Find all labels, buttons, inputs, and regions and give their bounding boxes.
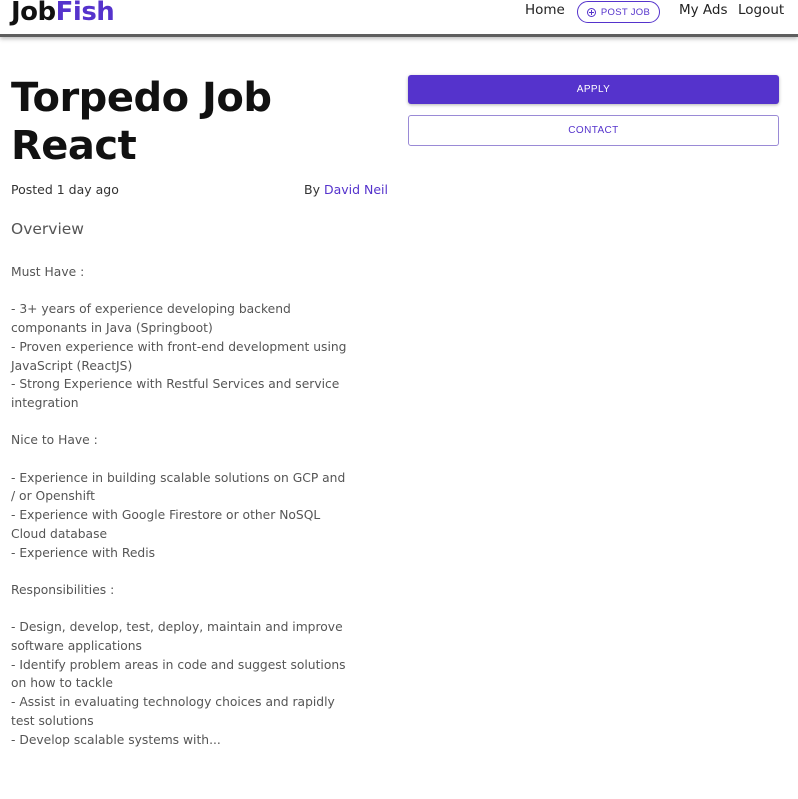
- apply-label: APPLY: [576, 84, 611, 95]
- contact-label: CONTACT: [568, 125, 619, 136]
- description-line: - Assist in evaluating technology choice…: [11, 695, 335, 728]
- description-line: - 3+ years of experience developing back…: [11, 302, 291, 336]
- author-link[interactable]: David Neil: [324, 182, 388, 197]
- top-navbar: JobFish Home POST JOB My Ads Logout: [0, 0, 798, 37]
- post-job-button[interactable]: POST JOB: [577, 1, 660, 23]
- description-line: - Design, develop, test, deploy, maintai…: [11, 620, 343, 653]
- author-byline: By David Neil: [304, 182, 388, 197]
- logo-text-job: Job: [11, 0, 56, 27]
- description-line: Nice to Have :: [11, 433, 98, 448]
- description-line: Responsibilities :: [11, 582, 115, 597]
- description-line: - Identify problem areas in code and sug…: [11, 657, 346, 691]
- nav-home-link[interactable]: Home: [525, 2, 565, 18]
- job-title: Torpedo Job React: [11, 75, 272, 169]
- description-line: - Proven experience with front-end devel…: [11, 339, 347, 373]
- plus-circle-icon: [586, 7, 596, 17]
- logo-text-fish: Fish: [55, 0, 115, 27]
- posted-date: Posted 1 day ago: [11, 182, 119, 197]
- description-line: - Experience with Redis: [11, 545, 156, 560]
- job-description: Must Have : - 3+ years of experience deve…: [11, 263, 347, 749]
- jobfish-logo[interactable]: JobFish: [11, 0, 115, 27]
- nav-logout-link[interactable]: Logout: [738, 2, 784, 18]
- description-line: - Experience with Google Firestore or ot…: [11, 508, 321, 541]
- description-line: Must Have :: [11, 265, 85, 279]
- overview-heading: Overview: [11, 220, 84, 238]
- by-prefix: By: [304, 182, 324, 197]
- post-job-label: POST JOB: [600, 6, 651, 18]
- contact-button[interactable]: CONTACT: [408, 115, 779, 146]
- apply-button[interactable]: APPLY: [408, 75, 779, 104]
- nav-my-ads-link[interactable]: My Ads: [679, 2, 728, 18]
- description-line: - Develop scalable systems with...: [11, 732, 221, 747]
- description-line: - Experience in building scalable soluti…: [11, 470, 346, 504]
- description-line: - Strong Experience with Restful Service…: [11, 377, 340, 410]
